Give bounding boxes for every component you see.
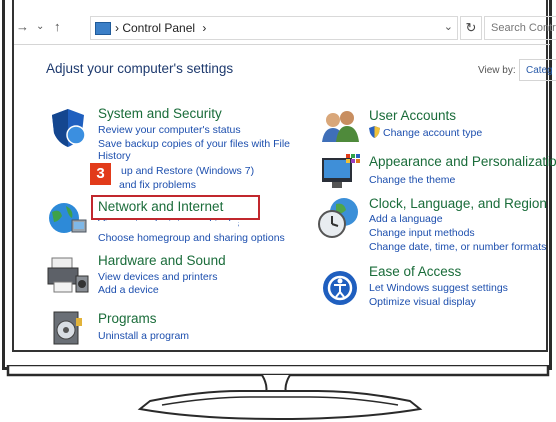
link-backup-restore[interactable]: up and Restore (Windows 7): [121, 165, 254, 177]
breadcrumb-separator: ›: [202, 21, 207, 35]
link-suggest-settings[interactable]: Let Windows suggest settings: [369, 282, 508, 294]
refresh-icon[interactable]: ↻: [460, 16, 482, 40]
appearance-icon: [322, 154, 360, 188]
link-change-date-time[interactable]: Change date, time, or number formats: [369, 241, 546, 253]
monitor-stand: [6, 365, 550, 421]
category-title-network-internet[interactable]: Network and Internet: [98, 199, 223, 214]
control-panel-icon: [95, 22, 111, 35]
link-homegroup[interactable]: Choose homegroup and sharing options: [98, 232, 285, 244]
link-save-backup[interactable]: Save backup copies of your files with Fi…: [98, 138, 290, 150]
breadcrumb-item-control-panel[interactable]: Control Panel: [122, 21, 195, 35]
category-title-appearance[interactable]: Appearance and Personalization: [369, 154, 556, 169]
address-bar: → ⌄ ↑ › Control Panel › ⌄ ↻ Search Contr…: [14, 12, 556, 45]
view-by-dropdown[interactable]: Categ: [519, 59, 556, 81]
category-title-user-accounts[interactable]: User Accounts: [369, 108, 456, 123]
link-optimize-display[interactable]: Optimize visual display: [369, 296, 476, 308]
ease-of-access-icon: [323, 271, 357, 305]
link-add-language[interactable]: Add a language: [369, 213, 443, 225]
link-file-history[interactable]: History: [98, 150, 131, 162]
link-find-fix[interactable]: and fix problems: [119, 179, 196, 191]
user-accounts-icon: [322, 111, 359, 142]
breadcrumb-separator: ›: [115, 21, 119, 35]
programs-icon: [53, 311, 82, 345]
link-change-input-methods[interactable]: Change input methods: [369, 227, 475, 239]
link-change-theme[interactable]: Change the theme: [369, 174, 455, 186]
link-change-account-type[interactable]: Change account type: [383, 127, 482, 139]
breadcrumb[interactable]: › Control Panel › ⌄: [90, 16, 458, 40]
link-view-devices[interactable]: View devices and printers: [98, 271, 217, 283]
network-globe-icon: [49, 203, 87, 233]
uac-shield-icon: [369, 126, 380, 138]
page-title: Adjust your computer's settings: [46, 61, 234, 76]
forward-arrow-icon[interactable]: →: [16, 19, 29, 34]
up-arrow-icon[interactable]: ↑: [54, 19, 61, 34]
category-title-ease-of-access[interactable]: Ease of Access: [369, 264, 461, 279]
printer-icon: [47, 257, 89, 293]
link-uninstall-program[interactable]: Uninstall a program: [98, 330, 189, 342]
category-title-programs[interactable]: Programs: [98, 311, 157, 326]
chevron-down-icon[interactable]: ⌄: [444, 20, 453, 33]
clock-globe-icon: [318, 198, 358, 238]
highlight-overlap: [98, 221, 238, 227]
recent-dropdown-icon[interactable]: ⌄: [36, 21, 44, 32]
link-review-status[interactable]: Review your computer's status: [98, 124, 241, 136]
shield-icon: [52, 109, 86, 147]
step-marker: 3: [90, 163, 111, 185]
view-by-label: View by:: [478, 65, 516, 76]
category-title-clock-language-region[interactable]: Clock, Language, and Region: [369, 196, 547, 211]
search-input[interactable]: Search Control Pa: [484, 16, 556, 40]
category-title-system-security[interactable]: System and Security: [98, 106, 222, 121]
category-title-hardware-sound[interactable]: Hardware and Sound: [98, 253, 226, 268]
link-add-device[interactable]: Add a device: [98, 284, 159, 296]
